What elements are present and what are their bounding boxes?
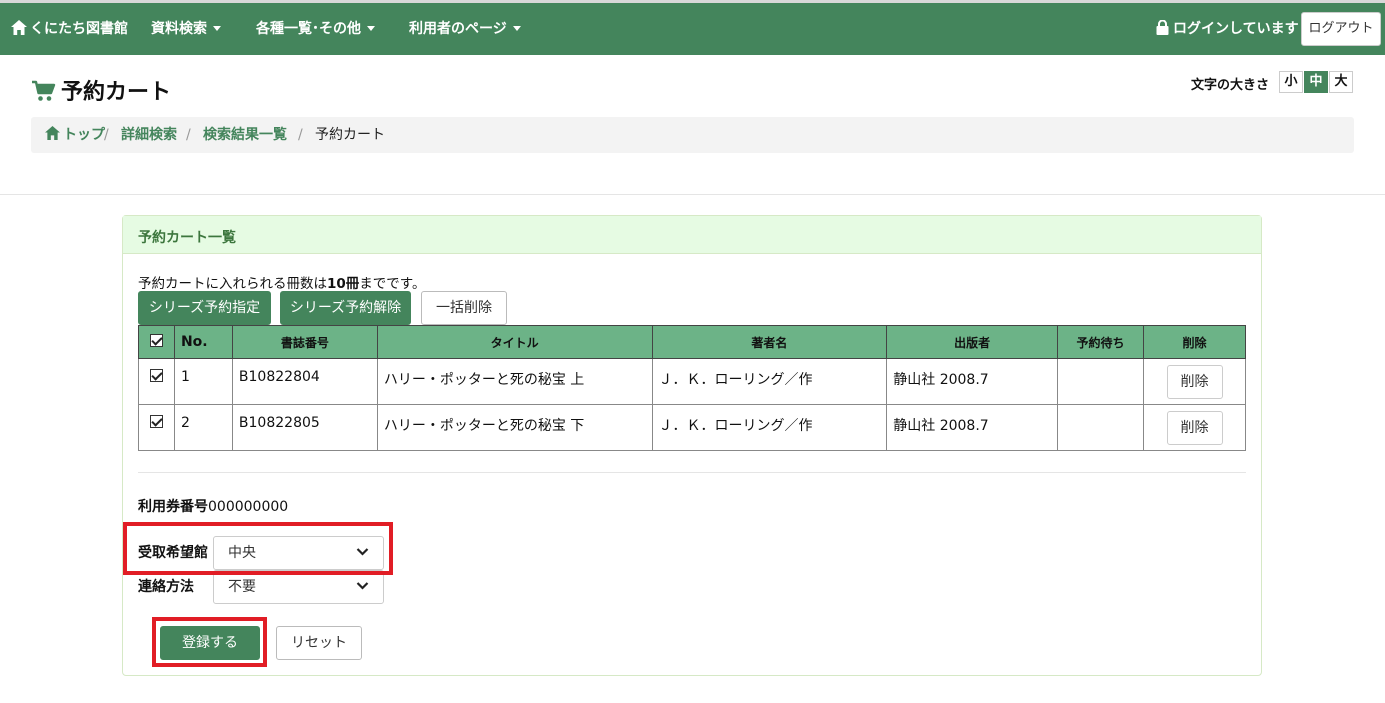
row-publisher: 静山社 2008.7 [886,404,1059,451]
highlight-box [123,522,393,575]
note-prefix: 予約カートに入れられる冊数は [138,276,327,292]
font-size-label: 文字の大きさ [1191,78,1270,93]
caret-down-icon [213,26,221,31]
series-reserve-set-button[interactable]: シリーズ予約指定 [138,291,271,325]
row-id: B10822804 [231,358,378,405]
row-author: Ｊ．Ｋ．ローリング／作 [651,358,888,405]
row-publisher: 静山社 2008.7 [886,358,1059,405]
card-number-value: 000000000 [208,499,289,515]
cart-limit-note: 予約カートに入れられる冊数は10冊までです。 [138,272,425,292]
caret-down-icon [367,26,375,31]
row-title: ハリー・ポッターと死の秘宝 上 [376,358,653,405]
row-delete-button[interactable]: 削除 [1166,411,1223,445]
top-navbar: くにたち図書館 資料検索 各種一覧･その他 利用者のページ ログインしています … [0,0,1385,55]
note-limit: 10冊 [327,276,360,292]
row-no: 1 [173,358,233,405]
card-number-row: 利用券番号000000000 [138,496,288,516]
nav-menu-user-label: 利用者のページ [409,21,507,37]
brand-label: くにたち図書館 [30,21,128,37]
divider [138,472,1246,473]
panel-title: 予約カート一覧 [138,230,236,246]
note-suffix: までです。 [359,276,426,292]
column-header-title: タイトル [376,325,653,359]
contact-method-value: 不要 [228,579,256,595]
nav-menu-user[interactable]: 利用者のページ [409,3,521,55]
highlight-box [152,617,267,667]
breadcrumb-separator: / [104,127,109,143]
page-title: 予約カート [61,80,172,105]
table-row: 2 B10822805 ハリー・ポッターと死の秘宝 下 Ｊ．Ｋ．ローリング／作 … [138,404,1246,451]
font-size-small-button[interactable]: 小 [1279,71,1303,93]
breadcrumb-separator: / [186,127,191,143]
row-select-cell [138,404,175,451]
font-size-large-button[interactable]: 大 [1329,71,1353,93]
row-no: 2 [173,404,233,451]
contact-method-label: 連絡方法 [138,579,194,595]
nav-brand-link[interactable]: くにたち図書館 [11,3,128,55]
cart-icon [32,80,56,101]
cart-table: No. 書誌番号 タイトル 著者名 出版者 予約待ち 削除 1 B1082280… [138,325,1246,451]
column-header-id: 書誌番号 [231,325,378,359]
row-author: Ｊ．Ｋ．ローリング／作 [651,404,888,451]
nav-menu-search-label: 資料検索 [151,21,207,37]
column-header-delete: 削除 [1143,325,1246,359]
home-icon [45,126,60,140]
card-number-label: 利用券番号 [138,499,208,515]
contact-method-select[interactable]: 不要 [213,570,384,604]
nav-menu-search[interactable]: 資料検索 [151,3,221,55]
row-waiting [1057,404,1144,451]
home-icon [11,20,27,35]
login-status: ログインしています [1156,3,1299,55]
table-header-row: No. 書誌番号 タイトル 著者名 出版者 予約待ち 削除 [138,325,1246,359]
breadcrumb-current: 予約カート [315,127,385,143]
row-delete-cell: 削除 [1143,404,1246,451]
column-header-no: No. [173,325,233,359]
lock-icon [1156,19,1169,35]
column-header-publisher: 出版者 [886,325,1059,359]
panel-header: 予約カート一覧 [123,216,1261,254]
breadcrumb-advanced-search-link[interactable]: 詳細検索 [121,117,177,153]
column-header-waiting: 予約待ち [1057,325,1144,359]
row-checkbox[interactable] [149,369,163,382]
divider [0,194,1385,195]
breadcrumb-separator: / [298,127,303,143]
row-delete-cell: 削除 [1143,358,1246,405]
chevron-down-icon [356,582,369,590]
font-size-medium-button[interactable]: 中 [1304,71,1328,93]
breadcrumb-top-link[interactable]: トップ [45,117,105,153]
select-all-checkbox[interactable] [149,334,163,347]
table-row: 1 B10822804 ハリー・ポッターと死の秘宝 上 Ｊ．Ｋ．ローリング／作 … [138,358,1246,405]
reset-button[interactable]: リセット [276,626,362,660]
breadcrumb-results-link[interactable]: 検索結果一覧 [203,117,287,153]
column-header-author: 著者名 [651,325,888,359]
nav-menu-lists-label: 各種一覧･その他 [256,21,361,37]
nav-menu-lists[interactable]: 各種一覧･その他 [256,3,375,55]
series-reserve-unset-button[interactable]: シリーズ予約解除 [280,291,411,325]
row-checkbox[interactable] [149,415,163,428]
row-waiting [1057,358,1144,405]
row-title: ハリー・ポッターと死の秘宝 下 [376,404,653,451]
row-id: B10822805 [231,404,378,451]
select-all-cell [138,325,175,359]
caret-down-icon [512,26,521,31]
logout-button[interactable]: ログアウト [1301,12,1381,46]
row-delete-button[interactable]: 削除 [1166,365,1223,399]
row-select-cell [138,358,175,405]
login-status-label: ログインしています [1173,21,1299,37]
breadcrumb-top-label: トップ [63,127,105,143]
bulk-delete-button[interactable]: 一括削除 [421,291,507,325]
breadcrumb: トップ / 詳細検索 / 検索結果一覧 / 予約カート [31,117,1354,153]
